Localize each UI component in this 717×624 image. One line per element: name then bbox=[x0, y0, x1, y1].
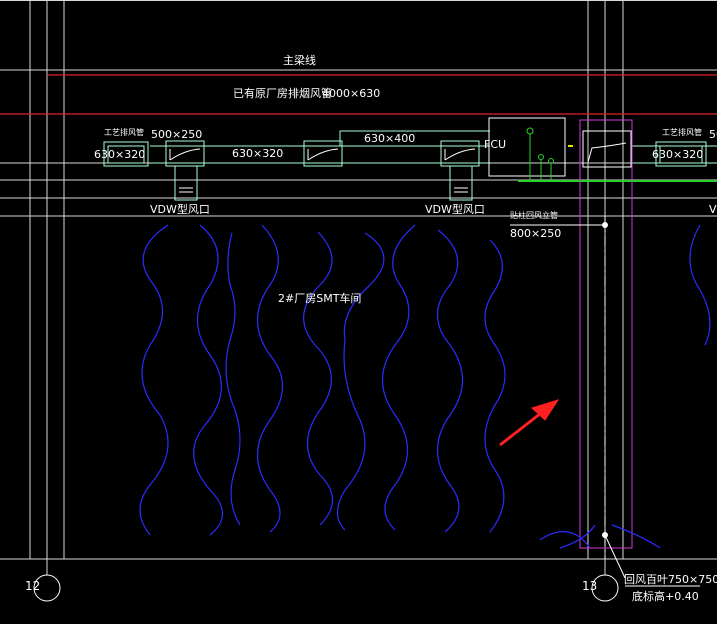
return-riser-label: 贴柱回风立管 bbox=[510, 210, 558, 220]
cad-drawing-canvas: 主梁线 已有原厂房排烟风管 4000×630 工艺排风管 工艺排风管 630×3… bbox=[0, 0, 717, 603]
return-louver-label: 回风百叶750×750 bbox=[624, 573, 717, 586]
vdw-outlet-3-label: VD bbox=[709, 203, 717, 216]
size-left-1-label: 630×320 bbox=[94, 148, 145, 161]
main-beam-label: 主梁线 bbox=[283, 53, 316, 67]
axis-13-label: 13 bbox=[582, 579, 597, 593]
return-riser-size-label: 800×250 bbox=[510, 227, 561, 240]
vdw-outlet-2-label: VDW型风口 bbox=[425, 202, 485, 216]
vdw-outlet-1-label: VDW型风口 bbox=[150, 202, 210, 216]
size-branch-label: 500×250 bbox=[151, 128, 202, 141]
duct-dampers bbox=[169, 148, 476, 193]
red-arrow bbox=[499, 399, 560, 447]
right-edge-size-label: 50 bbox=[709, 128, 717, 141]
axis-12-label: 12 bbox=[25, 579, 40, 593]
workshop-label: 2#厂房SMT车间 bbox=[278, 291, 361, 305]
return-louver-elev-label: 底标高+0.40 bbox=[632, 589, 699, 603]
size-right-1-label: 630×320 bbox=[652, 148, 703, 161]
existing-exhaust-label: 已有原厂房排烟风管 bbox=[233, 86, 332, 100]
fcu-label: FCU bbox=[484, 138, 506, 151]
size-left-2-label: 630×320 bbox=[232, 147, 283, 160]
process-exhaust-left-label: 工艺排风管 bbox=[104, 127, 144, 137]
process-exhaust-right-label: 工艺排风管 bbox=[662, 127, 702, 137]
airflow-curves bbox=[139, 224, 711, 549]
size-mid-label: 630×400 bbox=[364, 132, 415, 145]
axis-bubbles bbox=[33, 574, 619, 602]
existing-exhaust-size-label: 4000×630 bbox=[322, 87, 380, 100]
riser-centerline bbox=[510, 216, 700, 587]
